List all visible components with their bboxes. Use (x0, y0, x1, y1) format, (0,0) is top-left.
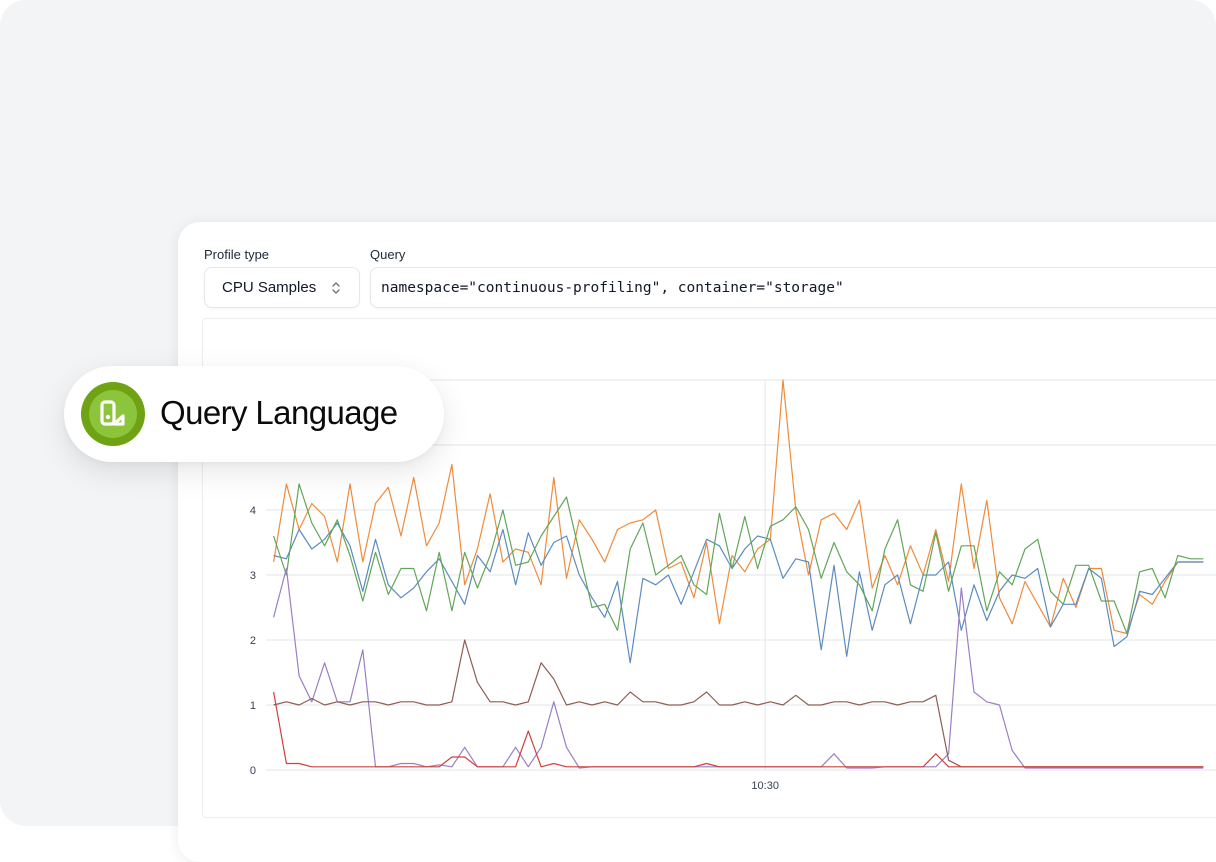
series-line-5 (273, 639, 1204, 768)
badge-title: Query Language (160, 394, 398, 431)
query-language-badge: Query Language (64, 366, 444, 462)
x-tick-label: 10:30 (751, 780, 779, 792)
y-tick-label: 0 (250, 765, 256, 777)
series-line-4 (273, 567, 1204, 769)
y-tick-label: 1 (250, 700, 256, 712)
y-tick-label: 2 (250, 635, 256, 647)
query-language-logo-icon (81, 382, 145, 446)
y-tick-label: 4 (250, 505, 256, 517)
y-tick-label: 3 (250, 570, 256, 582)
